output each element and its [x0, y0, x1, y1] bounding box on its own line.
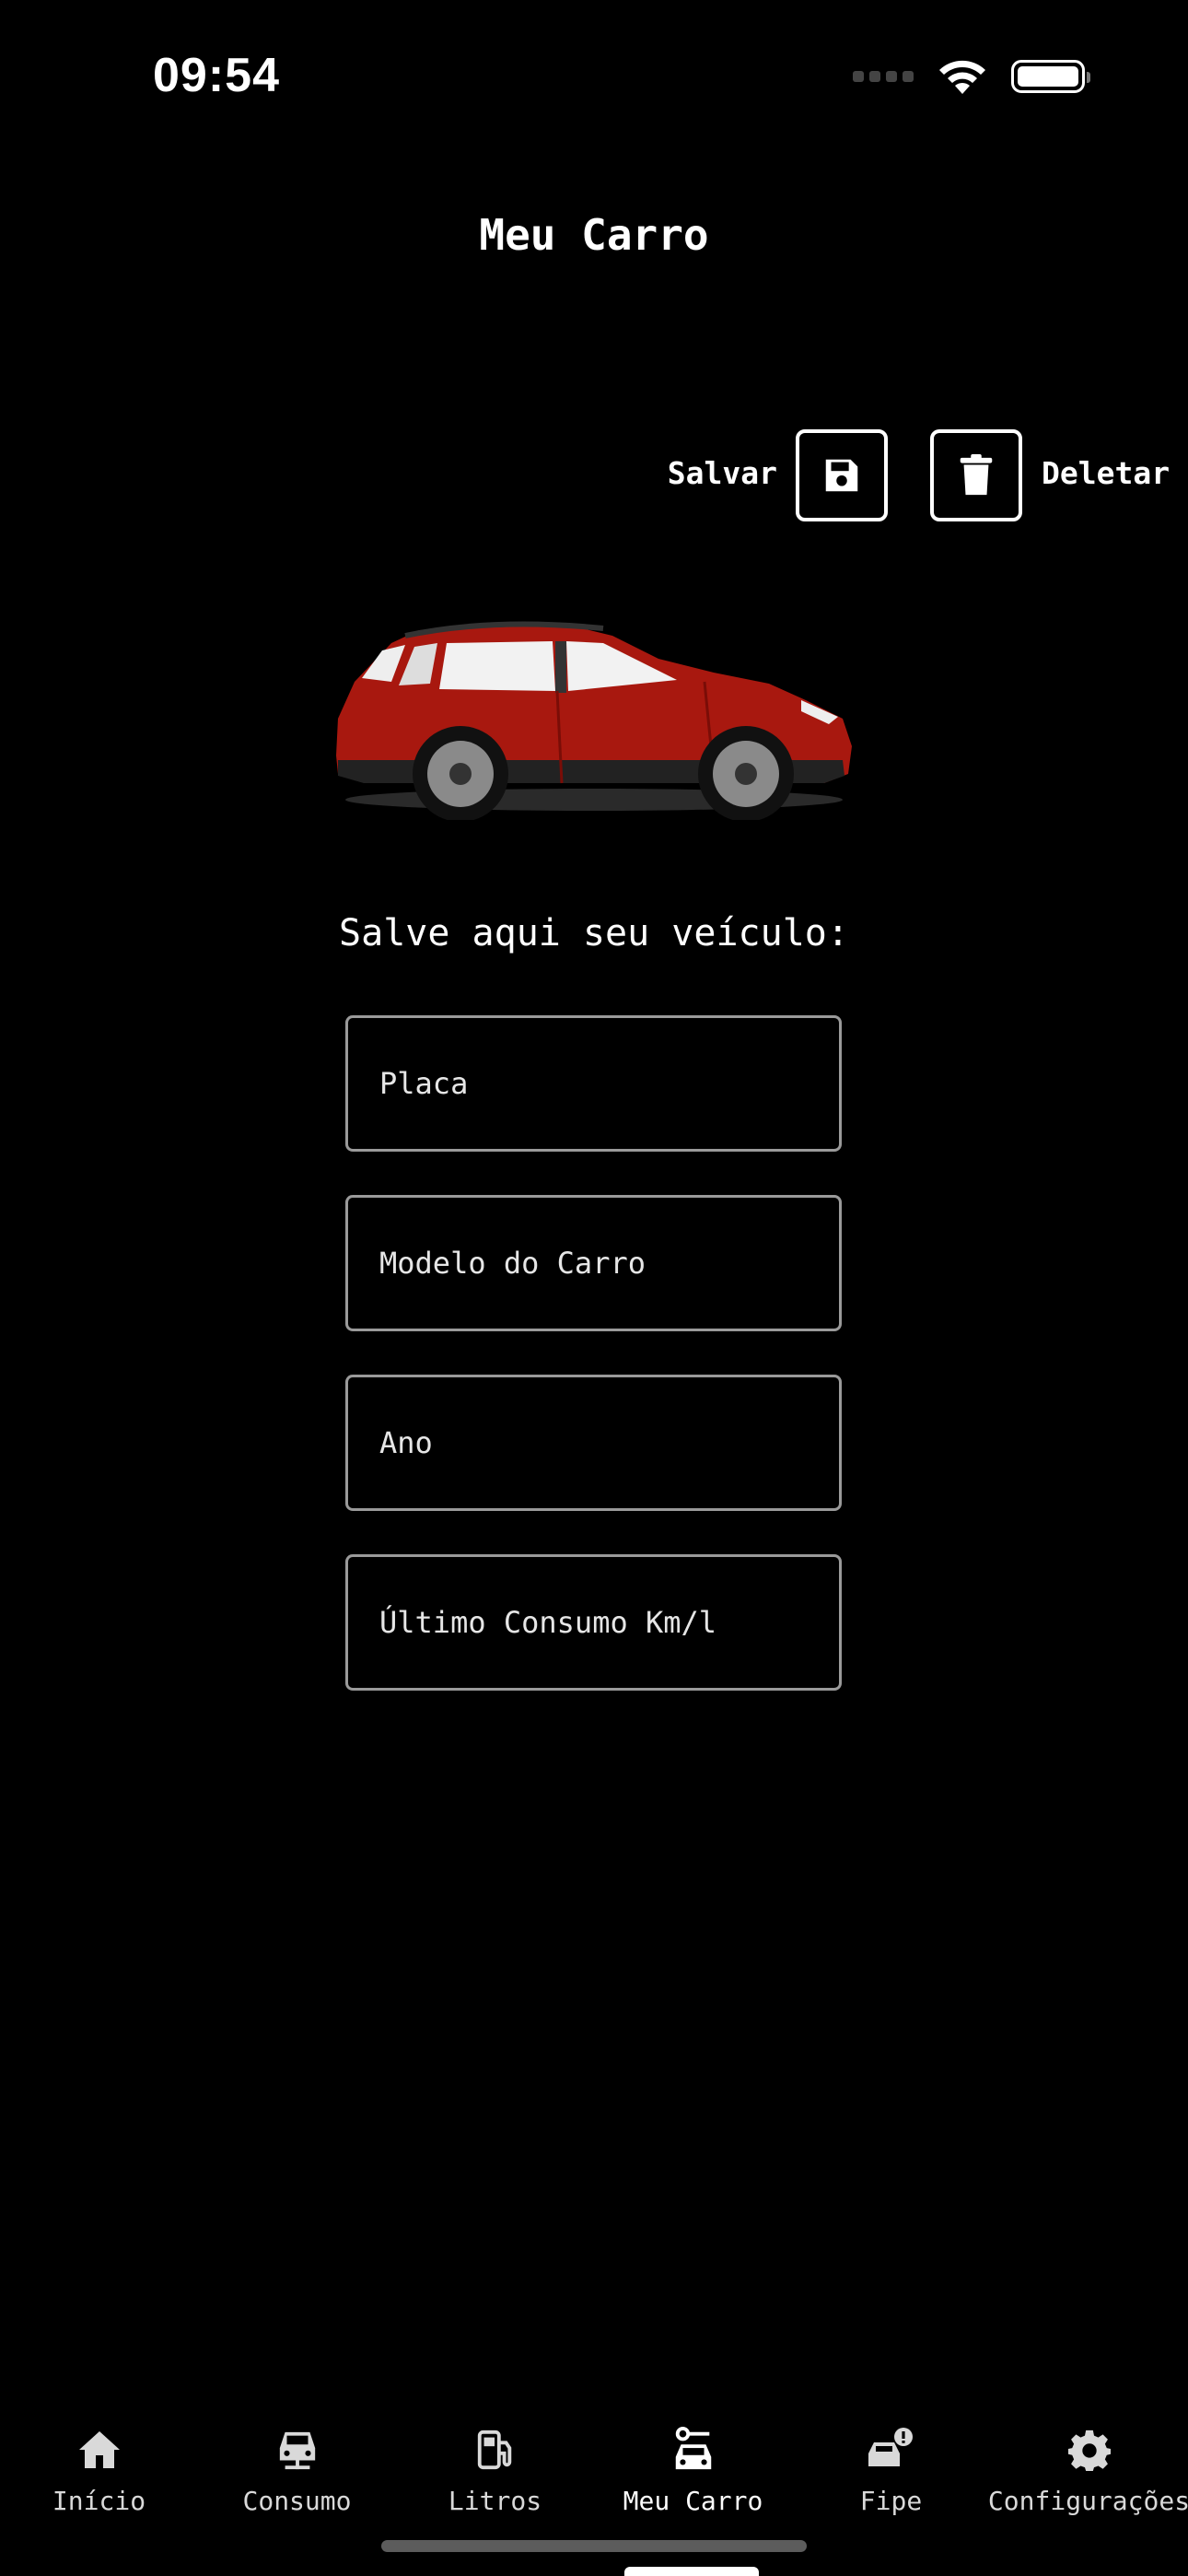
car-model-input[interactable] — [345, 1195, 842, 1331]
wifi-icon — [939, 60, 985, 94]
status-time: 09:54 — [153, 49, 280, 102]
save-button[interactable] — [796, 429, 888, 521]
delete-button[interactable] — [930, 429, 1022, 521]
form-heading: Salve aqui seu veículo: — [339, 912, 849, 954]
plate-input[interactable] — [345, 1015, 842, 1152]
active-tab-marker — [624, 2567, 759, 2576]
car-alert-icon — [868, 2428, 913, 2466]
car-front-icon — [279, 2431, 315, 2470]
tab-consumo[interactable]: Consumo — [198, 2423, 396, 2534]
tab-label: Litros — [448, 2486, 542, 2516]
car-key-icon — [675, 2427, 711, 2470]
battery-icon — [1011, 60, 1090, 93]
delete-label: Deletar — [1042, 455, 1171, 491]
status-indicators — [853, 57, 1090, 96]
car-illustration — [336, 621, 852, 820]
save-label: Salvar — [667, 455, 777, 491]
last-consumption-input[interactable] — [345, 1554, 842, 1691]
tab-label: Fipe — [859, 2486, 923, 2516]
tab-label: Início — [52, 2486, 146, 2516]
floppy-disk-icon — [825, 459, 858, 492]
gear-icon — [1067, 2430, 1111, 2471]
home-icon — [78, 2431, 120, 2468]
tab-fipe[interactable]: Fipe — [792, 2423, 990, 2534]
tab-configuracoes[interactable]: Configurações — [987, 2423, 1188, 2534]
trash-icon — [960, 454, 993, 496]
tab-label: Consumo — [242, 2486, 352, 2516]
screen: 09:54 Meu Carro Salvar Deletar Salve aqu… — [0, 0, 1188, 2576]
home-indicator[interactable] — [381, 2540, 807, 2552]
tab-meu-carro[interactable]: Meu Carro — [594, 2423, 792, 2534]
year-input[interactable] — [345, 1375, 842, 1511]
page-title: Meu Carro — [479, 210, 709, 260]
tab-label: Meu Carro — [623, 2486, 763, 2516]
tab-litros[interactable]: Litros — [396, 2423, 594, 2534]
cellular-signal-icon — [853, 71, 914, 82]
fuel-pump-icon — [477, 2430, 511, 2470]
tab-bar: Início Consumo Litros Meu Carro Fipe Con… — [0, 2423, 1188, 2534]
tab-label: Configurações — [987, 2486, 1188, 2516]
tab-inicio[interactable]: Início — [0, 2423, 198, 2534]
